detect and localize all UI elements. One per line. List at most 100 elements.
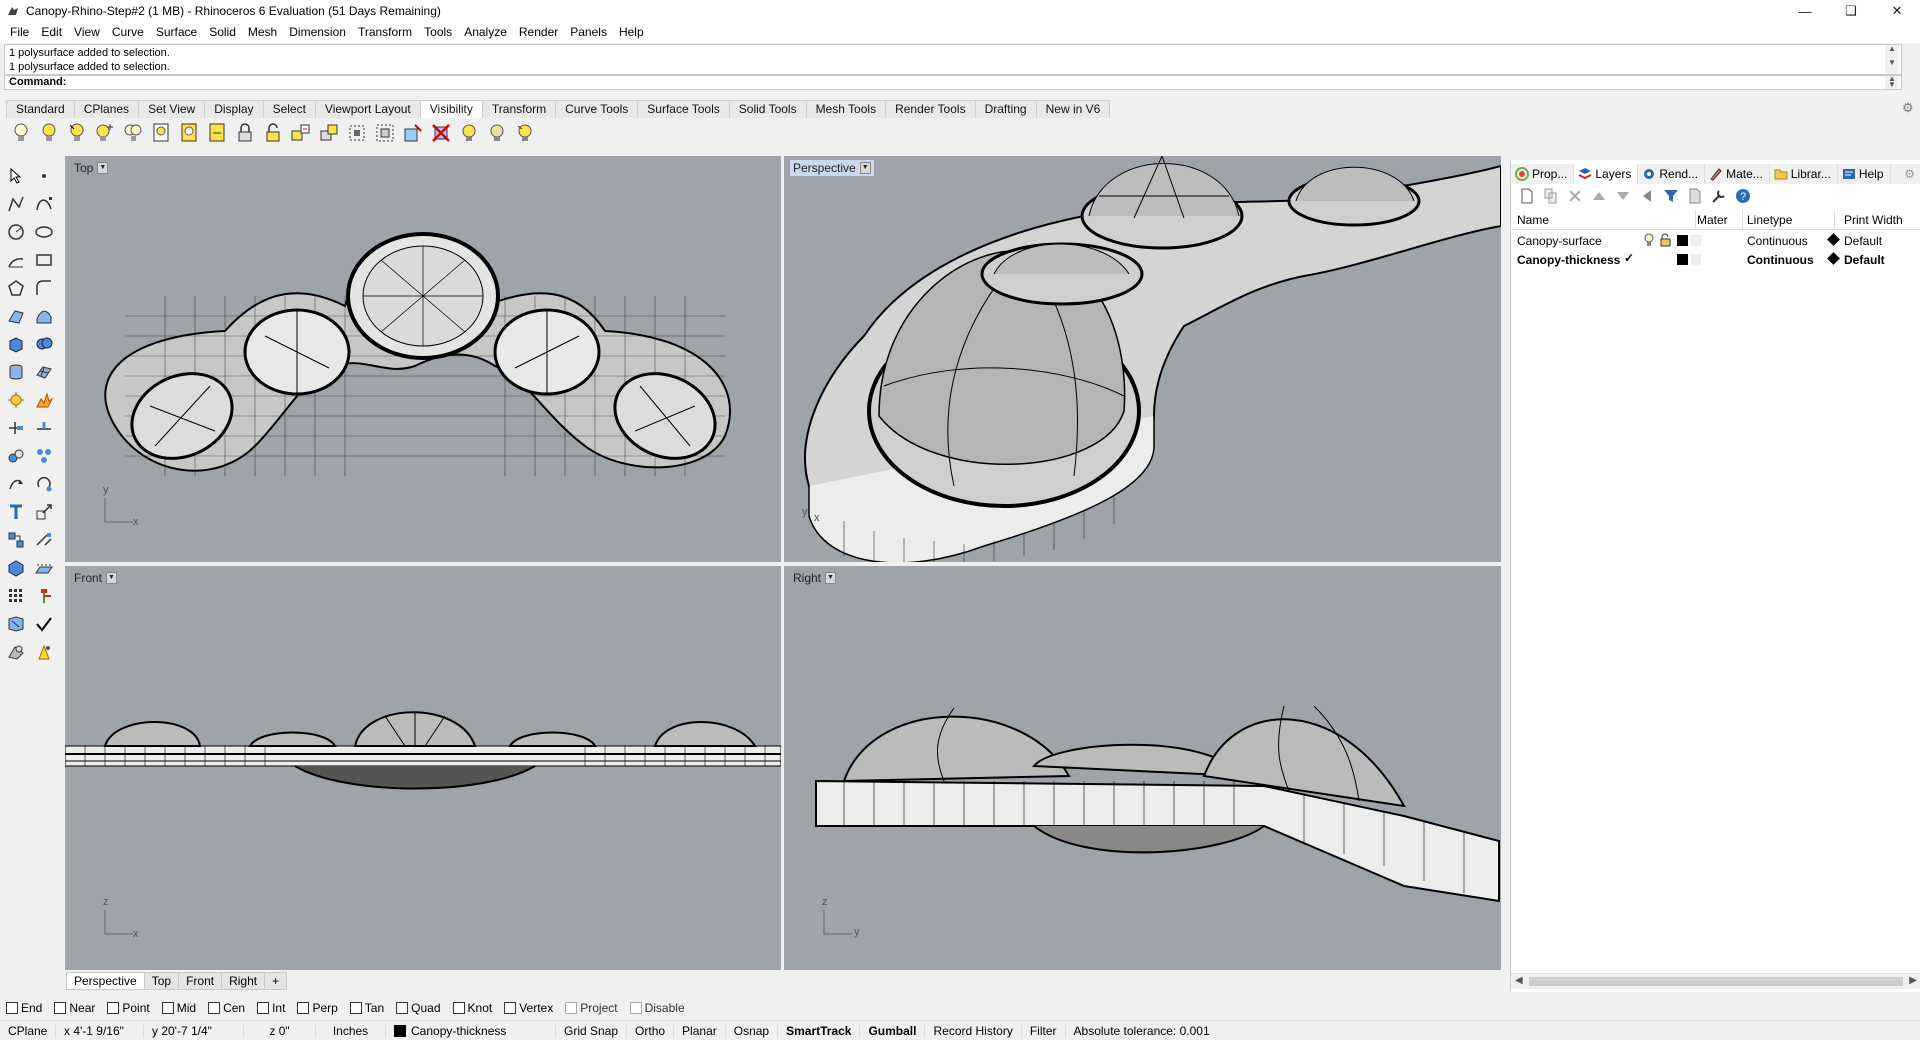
check-icon[interactable]	[32, 612, 56, 636]
tab-mesh-tools[interactable]: Mesh Tools	[805, 100, 887, 118]
planar-toggle[interactable]: Planar	[674, 1023, 726, 1038]
lock-icon[interactable]	[234, 122, 256, 144]
delete-hidden-icon[interactable]	[430, 122, 452, 144]
text-icon[interactable]	[4, 500, 28, 524]
checkbox[interactable]	[6, 1002, 18, 1014]
menu-transform[interactable]: Transform	[352, 22, 418, 43]
viewport-perspective[interactable]: Perspective ▼ y x	[784, 156, 1501, 562]
surface-corners-icon[interactable]	[4, 304, 28, 328]
column-linetype[interactable]: Linetype	[1747, 213, 1792, 227]
light-off-icon[interactable]	[486, 122, 508, 144]
tab-viewport-layout[interactable]: Viewport Layout	[314, 100, 421, 118]
tab-properties[interactable]: Prop...	[1511, 164, 1575, 184]
osnap-disable[interactable]: Disable	[629, 1001, 685, 1015]
osnap-point[interactable]: Point	[107, 1001, 150, 1015]
arc-icon[interactable]	[4, 248, 28, 272]
material-swatch[interactable]	[1691, 235, 1701, 246]
delete-layer-icon[interactable]	[1565, 187, 1585, 205]
menu-edit[interactable]: Edit	[35, 22, 68, 43]
scroll-left-icon[interactable]: ◀	[1515, 975, 1523, 986]
checkbox[interactable]	[349, 1002, 362, 1014]
checkbox[interactable]	[396, 1002, 409, 1014]
viewport-right[interactable]: Right ▼ z y	[784, 566, 1501, 970]
show-all-icon[interactable]	[122, 122, 144, 144]
osnap-knot[interactable]: Knot	[452, 1001, 492, 1015]
show-selected-icon[interactable]	[66, 122, 88, 144]
ellipse-icon[interactable]	[32, 220, 56, 244]
menu-render[interactable]: Render	[513, 22, 564, 43]
select-arrow-icon[interactable]	[4, 164, 28, 188]
extrude-curve-icon[interactable]	[32, 304, 56, 328]
unlocked-icon[interactable]	[1659, 233, 1671, 250]
layer-states-icon[interactable]	[1685, 187, 1705, 205]
point-icon[interactable]	[32, 164, 56, 188]
circle-icon[interactable]	[4, 220, 28, 244]
light-on-icon[interactable]	[458, 122, 480, 144]
block-icon[interactable]	[4, 528, 28, 552]
array-icon[interactable]	[32, 444, 56, 468]
tab-select[interactable]: Select	[262, 100, 316, 118]
checkbox[interactable]	[161, 1002, 174, 1014]
layer-linetype[interactable]: Continuous	[1747, 253, 1814, 267]
osnap-perp[interactable]: Perp	[297, 1001, 338, 1015]
panel-gear-icon[interactable]: ⚙	[1900, 164, 1920, 184]
scale-icon[interactable]	[32, 500, 56, 524]
fillet-curve-icon[interactable]	[32, 276, 56, 300]
rhino-app-icon[interactable]	[6, 4, 20, 18]
grid-array-icon[interactable]	[4, 584, 28, 608]
curve-icon[interactable]	[32, 192, 56, 216]
unlock-icon[interactable]	[262, 122, 284, 144]
chevron-down-icon[interactable]: ▼	[106, 572, 118, 584]
history-scrollbar[interactable]: ▲ ▼	[1885, 45, 1899, 74]
vptab-perspective[interactable]: Perspective	[66, 972, 145, 990]
command-scroll[interactable]: ▲ ▼	[1885, 75, 1899, 89]
trim-icon[interactable]	[4, 416, 28, 440]
gear-icon[interactable]: ⚙	[1902, 101, 1916, 115]
menu-curve[interactable]: Curve	[106, 22, 150, 43]
ortho-toggle[interactable]: Ortho	[627, 1023, 675, 1038]
tab-libraries[interactable]: Librar...	[1770, 164, 1838, 184]
hide-objects-icon[interactable]	[38, 122, 60, 144]
tab-materials[interactable]: Mate...	[1705, 164, 1770, 184]
material-swatch[interactable]	[1691, 254, 1701, 265]
osnap-quad[interactable]: Quad	[396, 1001, 441, 1015]
menu-panels[interactable]: Panels	[564, 22, 613, 43]
restore-button[interactable]: ❏	[1828, 0, 1874, 22]
layer-tools-icon[interactable]	[4, 612, 28, 636]
viewport-right-label[interactable]: Right ▼	[790, 570, 839, 586]
lock-page-icon[interactable]	[150, 122, 172, 144]
chevron-down-icon[interactable]: ▼	[859, 162, 871, 174]
close-button[interactable]: ✕	[1874, 0, 1920, 22]
tab-transform[interactable]: Transform	[481, 100, 557, 118]
show-objects-icon[interactable]	[10, 122, 32, 144]
menu-view[interactable]: View	[68, 22, 106, 43]
polygon-icon[interactable]	[4, 276, 28, 300]
tab-solid-tools[interactable]: Solid Tools	[728, 100, 807, 118]
explode-icon[interactable]	[32, 388, 56, 412]
checkbox[interactable]	[208, 1002, 221, 1014]
box-icon[interactable]	[4, 332, 28, 356]
viewport-front[interactable]: Front ▼ z x	[65, 566, 781, 970]
tab-help[interactable]: Help	[1838, 164, 1891, 184]
osnap-project[interactable]: Project	[565, 1001, 618, 1015]
unlock-selected-icon[interactable]	[290, 122, 312, 144]
scroll-right-icon[interactable]: ▶	[1909, 975, 1917, 986]
minimize-button[interactable]: —	[1782, 0, 1828, 22]
lock-swap2-icon[interactable]	[318, 122, 340, 144]
checkbox[interactable]	[565, 1002, 578, 1014]
checkbox[interactable]	[629, 1002, 642, 1014]
move-icon[interactable]	[4, 472, 28, 496]
lock-selected-icon[interactable]	[178, 122, 200, 144]
viewport-front-label[interactable]: Front ▼	[71, 570, 120, 586]
layer-print-width[interactable]: Default	[1844, 234, 1882, 248]
units-indicator[interactable]: Inches	[316, 1023, 386, 1038]
move-left-icon[interactable]	[1637, 187, 1657, 205]
split-icon[interactable]	[32, 416, 56, 440]
layer-row[interactable]: Canopy-surface Continuous Default	[1511, 232, 1920, 250]
help-question-icon[interactable]: ?	[1733, 187, 1753, 205]
rotate-icon[interactable]	[32, 472, 56, 496]
new-sublayer-icon[interactable]	[1541, 187, 1561, 205]
vptab-right[interactable]: Right	[221, 972, 266, 990]
osnap-tan[interactable]: Tan	[349, 1001, 384, 1015]
visible-bulb-icon[interactable]	[1643, 233, 1655, 250]
